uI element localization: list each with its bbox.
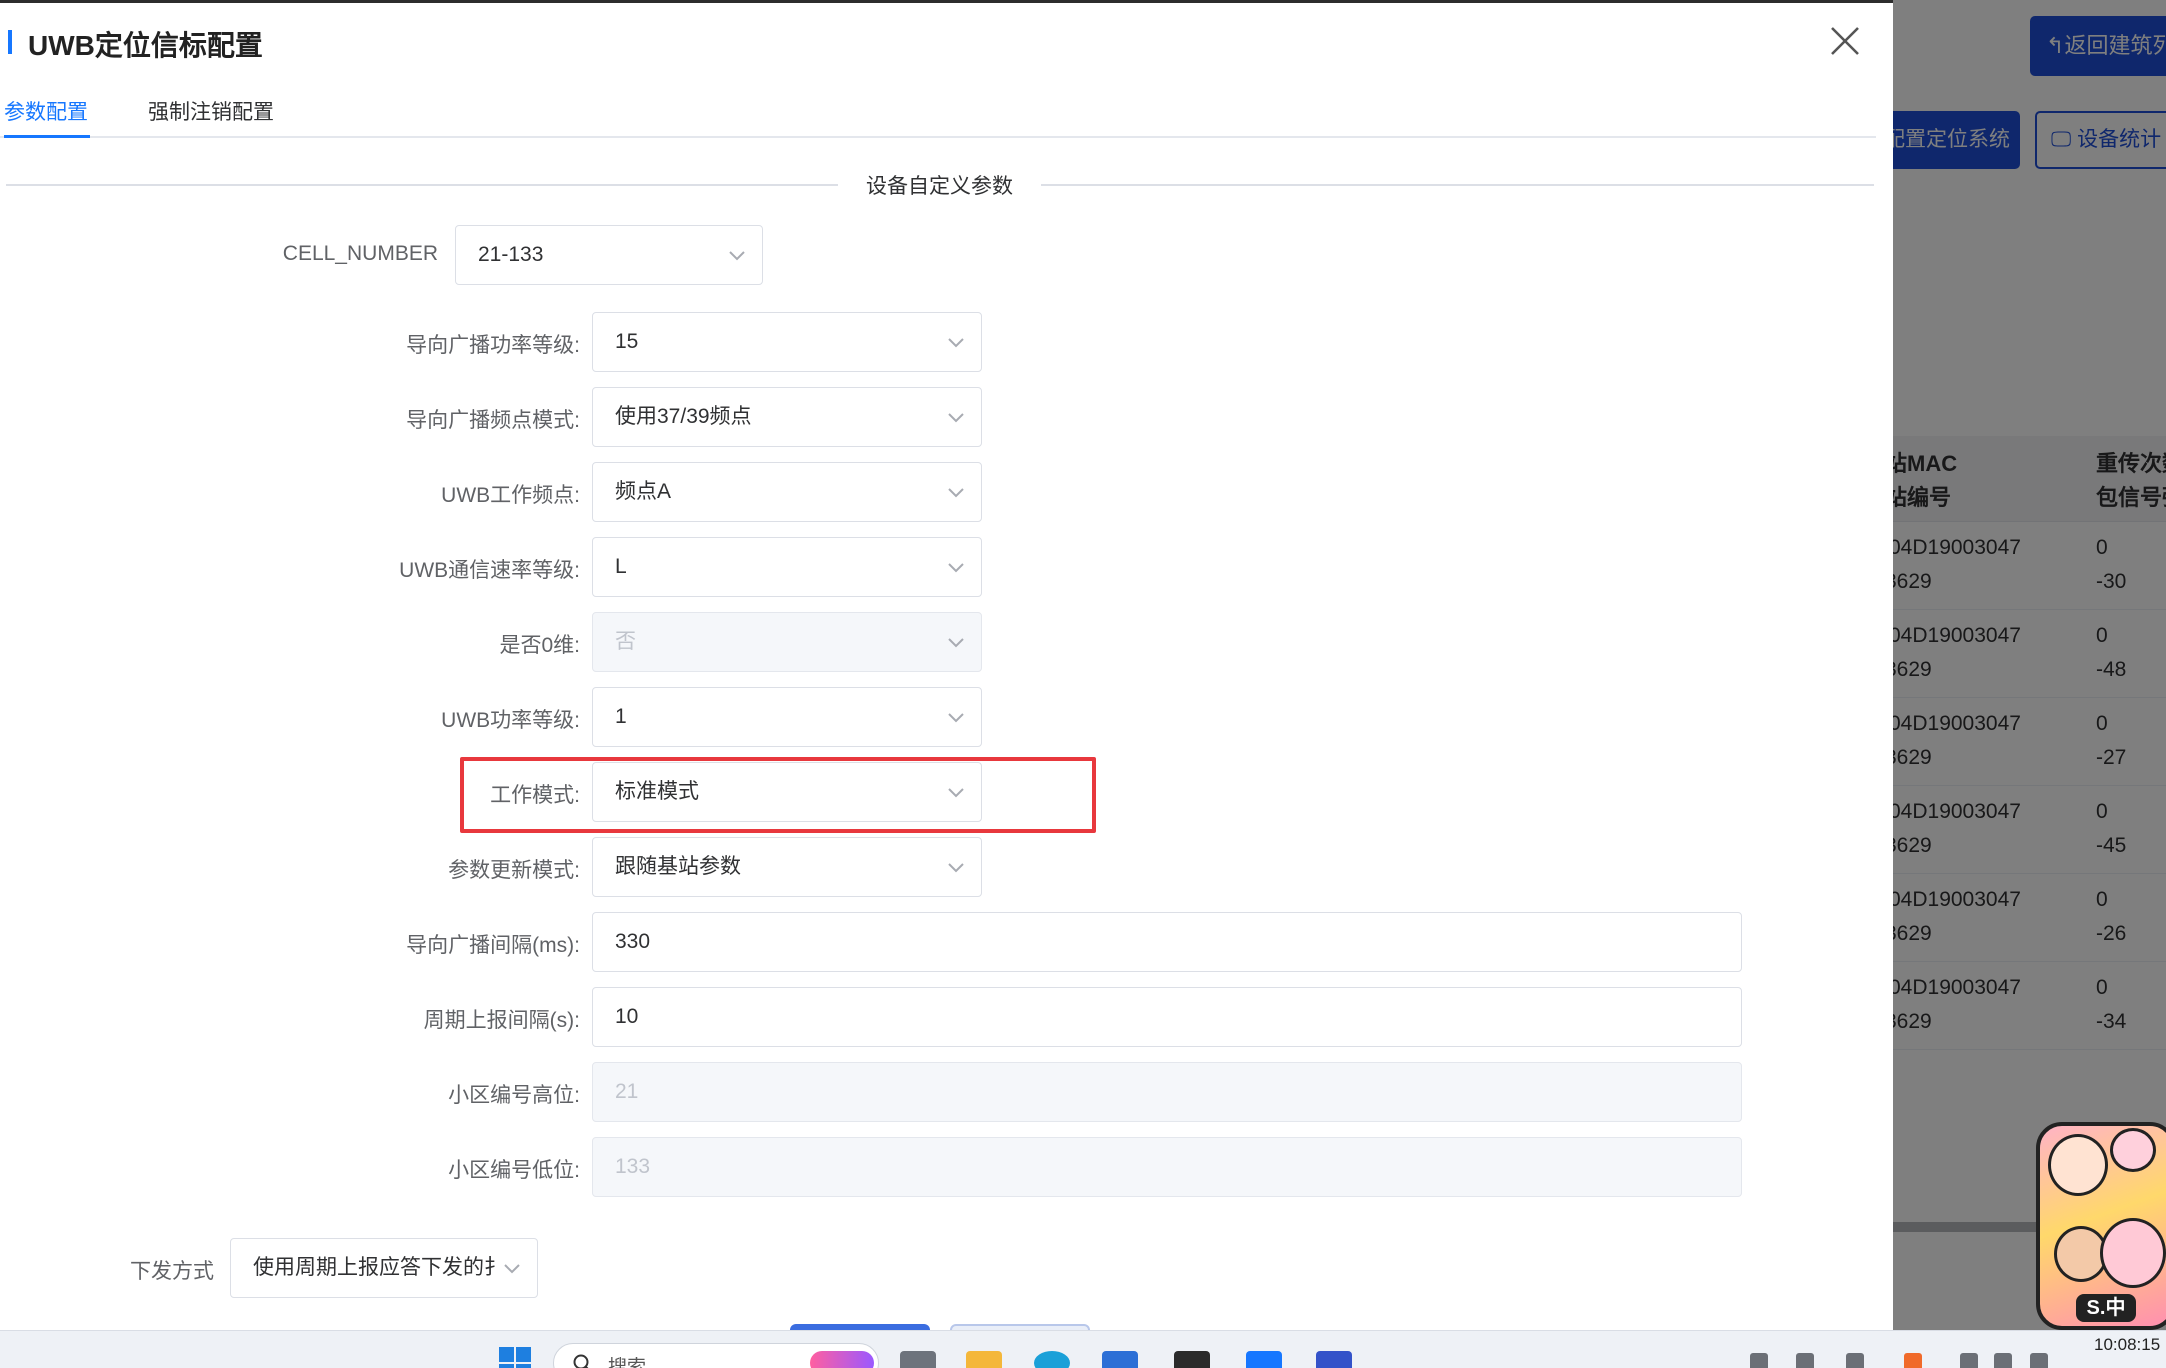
- is-zero-dimension-value: 否: [615, 630, 636, 653]
- chevron-down-icon: [504, 1264, 520, 1274]
- parameter-update-mode-value: 跟随基站参数: [615, 855, 741, 878]
- cell-id-high-value: 21: [615, 1080, 639, 1103]
- windows-start-icon[interactable]: [497, 1345, 533, 1368]
- delivery-method-select[interactable]: 使用周期上报应答下发的扌: [230, 1238, 538, 1298]
- guide-broadcast-frequency-mode-select[interactable]: 使用37/39频点: [592, 387, 982, 447]
- uwb-beacon-config-dialog: UWB定位信标配置 参数配置 强制注销配置 设备自定义参数 CELL_NUMBE…: [0, 0, 1893, 1330]
- uwb-rate-level-label: UWB通信速率等级:: [399, 559, 580, 582]
- is-zero-dimension-label: 是否0维:: [499, 634, 580, 657]
- store-icon[interactable]: [1102, 1351, 1138, 1368]
- uwb-rate-level-value: L: [615, 555, 627, 578]
- window-edge: [0, 0, 1893, 3]
- guide-broadcast-power-level-value: 15: [615, 330, 639, 353]
- app-icon-dark[interactable]: [1174, 1351, 1210, 1368]
- section-title: 设备自定义参数: [838, 170, 1041, 200]
- work-mode-value: 标准模式: [615, 780, 699, 803]
- guide-broadcast-frequency-mode-label: 导向广播频点模式:: [406, 409, 580, 432]
- uwb-power-level-value: 1: [615, 705, 627, 728]
- guide-broadcast-power-level-label: 导向广播功率等级:: [406, 334, 580, 357]
- chevron-down-icon: [948, 338, 964, 348]
- guide-broadcast-frequency-mode-value: 使用37/39频点: [615, 405, 752, 428]
- title-accent-bar: [8, 30, 12, 54]
- guide-broadcast-interval-value: 330: [615, 930, 651, 953]
- chevron-down-icon: [948, 488, 964, 498]
- periodic-report-interval-value: 10: [615, 1005, 639, 1028]
- cell-id-high-input: 21: [592, 1062, 1742, 1122]
- periodic-report-interval-input[interactable]: 10: [592, 987, 1742, 1047]
- tray-ime-icon[interactable]: [1846, 1353, 1864, 1368]
- work-mode-select[interactable]: 标准模式: [592, 762, 982, 822]
- dialog-title: UWB定位信标配置: [28, 30, 263, 61]
- tray-app-icon[interactable]: [1904, 1353, 1922, 1368]
- uwb-work-frequency-value: 频点A: [615, 480, 672, 503]
- parameter-update-mode-select[interactable]: 跟随基站参数: [592, 837, 982, 897]
- tab-bar: 参数配置 强制注销配置: [0, 88, 1876, 138]
- search-highlight-icon: [810, 1351, 874, 1368]
- taskbar-search-placeholder: 搜索: [608, 1357, 647, 1368]
- cell-id-high-label: 小区编号高位:: [448, 1084, 580, 1107]
- delivery-method-value: 使用周期上报应答下发的扌: [253, 1256, 505, 1279]
- task-view-icon[interactable]: [900, 1351, 936, 1368]
- app-icon-blue[interactable]: [1246, 1351, 1282, 1368]
- is-zero-dimension-select: 否: [592, 612, 982, 672]
- chevron-down-icon: [948, 863, 964, 873]
- file-explorer-icon[interactable]: [966, 1351, 1002, 1368]
- battery-icon[interactable]: [2030, 1353, 2048, 1368]
- chevron-down-icon: [948, 563, 964, 573]
- uwb-power-level-label: UWB功率等级:: [441, 709, 580, 732]
- guide-broadcast-power-level-select[interactable]: 15: [592, 312, 982, 372]
- guide-broadcast-interval-input[interactable]: 330: [592, 912, 1742, 972]
- chevron-down-icon: [948, 413, 964, 423]
- uwb-rate-level-select[interactable]: L: [592, 537, 982, 597]
- tab-parameter-config[interactable]: 参数配置: [4, 96, 88, 126]
- tray-refresh-icon[interactable]: [1796, 1353, 1814, 1368]
- work-mode-label: 工作模式:: [490, 784, 580, 807]
- uwb-power-level-select[interactable]: 1: [592, 687, 982, 747]
- wifi-icon[interactable]: [1960, 1353, 1978, 1368]
- cell-number-select[interactable]: 21-133: [455, 225, 763, 285]
- cell-id-low-value: 133: [615, 1155, 651, 1178]
- floating-sticker-widget[interactable]: S.中: [2036, 1122, 2166, 1330]
- chevron-down-icon: [948, 788, 964, 798]
- active-tab-indicator: [4, 135, 90, 138]
- volume-icon[interactable]: [1994, 1353, 2012, 1368]
- delivery-method-label: 下发方式: [130, 1260, 214, 1283]
- uwb-work-frequency-label: UWB工作频点:: [441, 484, 580, 507]
- edge-browser-icon[interactable]: [1034, 1351, 1070, 1368]
- cell-number-label: CELL_NUMBER: [282, 242, 438, 265]
- chevron-down-icon: [729, 251, 745, 261]
- clock-time: 10:08:15: [2094, 1335, 2161, 1354]
- chevron-down-icon: [948, 713, 964, 723]
- periodic-report-interval-label: 周期上报间隔(s):: [423, 1009, 580, 1032]
- cell-number-value: 21-133: [478, 243, 544, 266]
- tray-chevron-up-icon[interactable]: [1750, 1353, 1768, 1368]
- chevron-down-icon: [948, 638, 964, 648]
- close-icon[interactable]: [1828, 24, 1862, 58]
- uwb-work-frequency-select[interactable]: 频点A: [592, 462, 982, 522]
- cell-id-low-input: 133: [592, 1137, 1742, 1197]
- app-icon-indigo[interactable]: [1316, 1351, 1352, 1368]
- search-icon: [573, 1354, 589, 1368]
- taskbar: 搜索 10:08:15: [0, 1330, 2166, 1368]
- guide-broadcast-interval-label: 导向广播间隔(ms):: [406, 934, 580, 957]
- parameter-update-mode-label: 参数更新模式:: [448, 859, 580, 882]
- cell-id-low-label: 小区编号低位:: [448, 1159, 580, 1182]
- screen: ↰返回建筑列 配置定位系统 🖵 设备统计 站MAC 站编号 重传次数 包信号强 …: [0, 0, 2166, 1368]
- tab-forced-deregistration[interactable]: 强制注销配置: [148, 96, 274, 126]
